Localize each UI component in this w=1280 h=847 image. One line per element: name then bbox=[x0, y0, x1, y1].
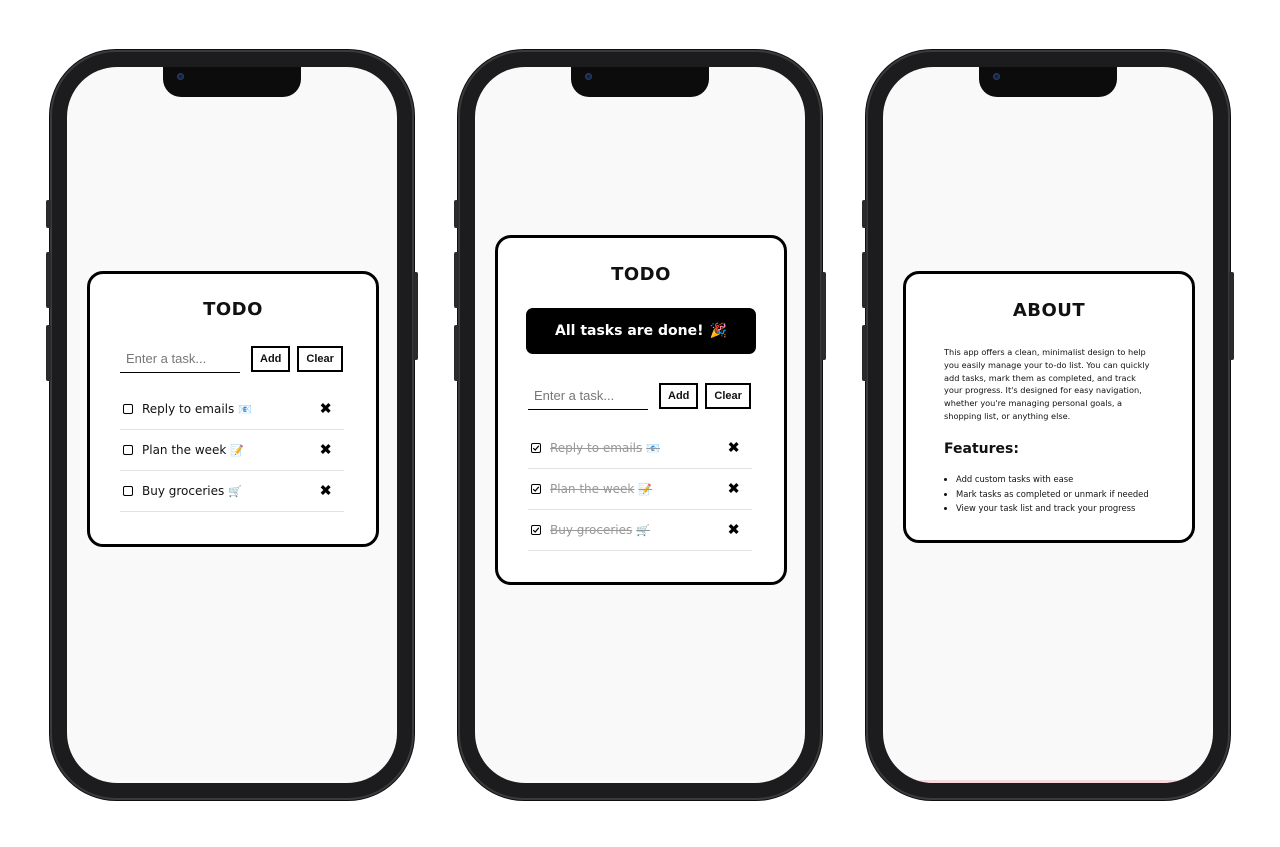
mute-switch bbox=[46, 200, 51, 228]
task-input[interactable] bbox=[120, 345, 240, 373]
task-row: Reply to emails 📧 ✖ bbox=[528, 428, 752, 469]
input-row: Add Clear bbox=[528, 381, 751, 411]
volume-down-button bbox=[454, 325, 459, 381]
task-input[interactable] bbox=[528, 382, 648, 410]
notch bbox=[979, 67, 1117, 97]
clear-button[interactable]: Clear bbox=[297, 346, 343, 372]
volume-up-button bbox=[454, 252, 459, 308]
todo-card: TODO All tasks are done! 🎉 Add Clear Rep… bbox=[495, 235, 787, 585]
phone-frame-3: ABOUT This app offers a clean, minimalis… bbox=[862, 50, 1234, 800]
camera-icon bbox=[177, 73, 184, 80]
checkbox-empty-icon[interactable] bbox=[123, 445, 133, 455]
delete-x-icon[interactable]: ✖ bbox=[319, 401, 332, 417]
delete-x-icon[interactable]: ✖ bbox=[727, 522, 740, 538]
feature-item: View your task list and track your progr… bbox=[956, 501, 1162, 516]
task-label: Plan the week bbox=[550, 482, 635, 496]
add-button[interactable]: Add bbox=[659, 383, 699, 409]
cart-emoji-icon: 🛒 bbox=[636, 523, 650, 537]
todo-card: TODO Add Clear Reply to emails 📧 ✖ bbox=[87, 271, 379, 547]
features-heading: Features: bbox=[944, 441, 1019, 457]
checkbox-checked-icon[interactable] bbox=[531, 525, 541, 535]
task-row: Plan the week 📝 ✖ bbox=[120, 430, 344, 471]
volume-up-button bbox=[862, 252, 867, 308]
task-label: Plan the week bbox=[142, 443, 227, 457]
phone-screen-1: TODO Add Clear Reply to emails 📧 ✖ bbox=[67, 67, 397, 783]
email-emoji-icon: 📧 bbox=[646, 441, 660, 455]
power-button bbox=[413, 272, 418, 360]
task-label: Reply to emails bbox=[142, 402, 235, 416]
features-list: Add custom tasks with ease Mark tasks as… bbox=[944, 472, 1162, 516]
bottom-accent-line bbox=[903, 780, 1193, 783]
volume-down-button bbox=[46, 325, 51, 381]
phone-screen-3: ABOUT This app offers a clean, minimalis… bbox=[883, 67, 1213, 783]
power-button bbox=[1229, 272, 1234, 360]
phone-screen-2: TODO All tasks are done! 🎉 Add Clear Rep… bbox=[475, 67, 805, 783]
party-emoji-icon: 🎉 bbox=[709, 323, 727, 339]
feature-item: Mark tasks as completed or unmark if nee… bbox=[956, 487, 1162, 502]
mute-switch bbox=[862, 200, 867, 228]
task-row: Buy groceries 🛒 ✖ bbox=[120, 471, 344, 512]
clear-button[interactable]: Clear bbox=[705, 383, 751, 409]
task-label: Buy groceries bbox=[142, 484, 225, 498]
delete-x-icon[interactable]: ✖ bbox=[727, 440, 740, 456]
task-row: Reply to emails 📧 ✖ bbox=[120, 389, 344, 430]
card-title: TODO bbox=[611, 264, 671, 285]
about-title: ABOUT bbox=[1012, 300, 1086, 321]
task-list: Reply to emails 📧 ✖ Plan the week 📝 ✖ Bu… bbox=[120, 389, 344, 512]
memo-emoji-icon: 📝 bbox=[638, 482, 653, 496]
volume-up-button bbox=[46, 252, 51, 308]
delete-x-icon[interactable]: ✖ bbox=[727, 481, 740, 497]
checkbox-empty-icon[interactable] bbox=[123, 486, 133, 496]
card-title: TODO bbox=[203, 299, 263, 320]
about-description: This app offers a clean, minimalist desi… bbox=[944, 347, 1150, 421]
task-row: Buy groceries 🛒 ✖ bbox=[528, 510, 752, 551]
mockup-stage: TODO Add Clear Reply to emails 📧 ✖ bbox=[0, 0, 1280, 847]
feature-item: Add custom tasks with ease bbox=[956, 472, 1162, 487]
phone-frame-2: TODO All tasks are done! 🎉 Add Clear Rep… bbox=[454, 50, 826, 800]
checkbox-checked-icon[interactable] bbox=[531, 443, 541, 453]
input-row: Add Clear bbox=[120, 344, 343, 374]
phone-frame-1: TODO Add Clear Reply to emails 📧 ✖ bbox=[46, 50, 418, 800]
task-label: Reply to emails bbox=[550, 441, 643, 455]
mute-switch bbox=[454, 200, 459, 228]
add-button[interactable]: Add bbox=[251, 346, 291, 372]
camera-icon bbox=[993, 73, 1000, 80]
delete-x-icon[interactable]: ✖ bbox=[319, 483, 332, 499]
camera-icon bbox=[585, 73, 592, 80]
task-list: Reply to emails 📧 ✖ Plan the week 📝 ✖ Bu… bbox=[528, 428, 752, 551]
power-button bbox=[821, 272, 826, 360]
cart-emoji-icon: 🛒 bbox=[228, 484, 242, 498]
task-row: Plan the week 📝 ✖ bbox=[528, 469, 752, 510]
checkbox-checked-icon[interactable] bbox=[531, 484, 541, 494]
checkbox-empty-icon[interactable] bbox=[123, 404, 133, 414]
email-emoji-icon: 📧 bbox=[238, 402, 252, 416]
task-label: Buy groceries bbox=[550, 523, 633, 537]
banner-text: All tasks are done! bbox=[555, 323, 704, 339]
all-done-banner: All tasks are done! 🎉 bbox=[526, 308, 756, 354]
volume-down-button bbox=[862, 325, 867, 381]
notch bbox=[163, 67, 301, 97]
notch bbox=[571, 67, 709, 97]
delete-x-icon[interactable]: ✖ bbox=[319, 442, 332, 458]
about-card: ABOUT This app offers a clean, minimalis… bbox=[903, 271, 1195, 543]
memo-emoji-icon: 📝 bbox=[230, 443, 245, 457]
